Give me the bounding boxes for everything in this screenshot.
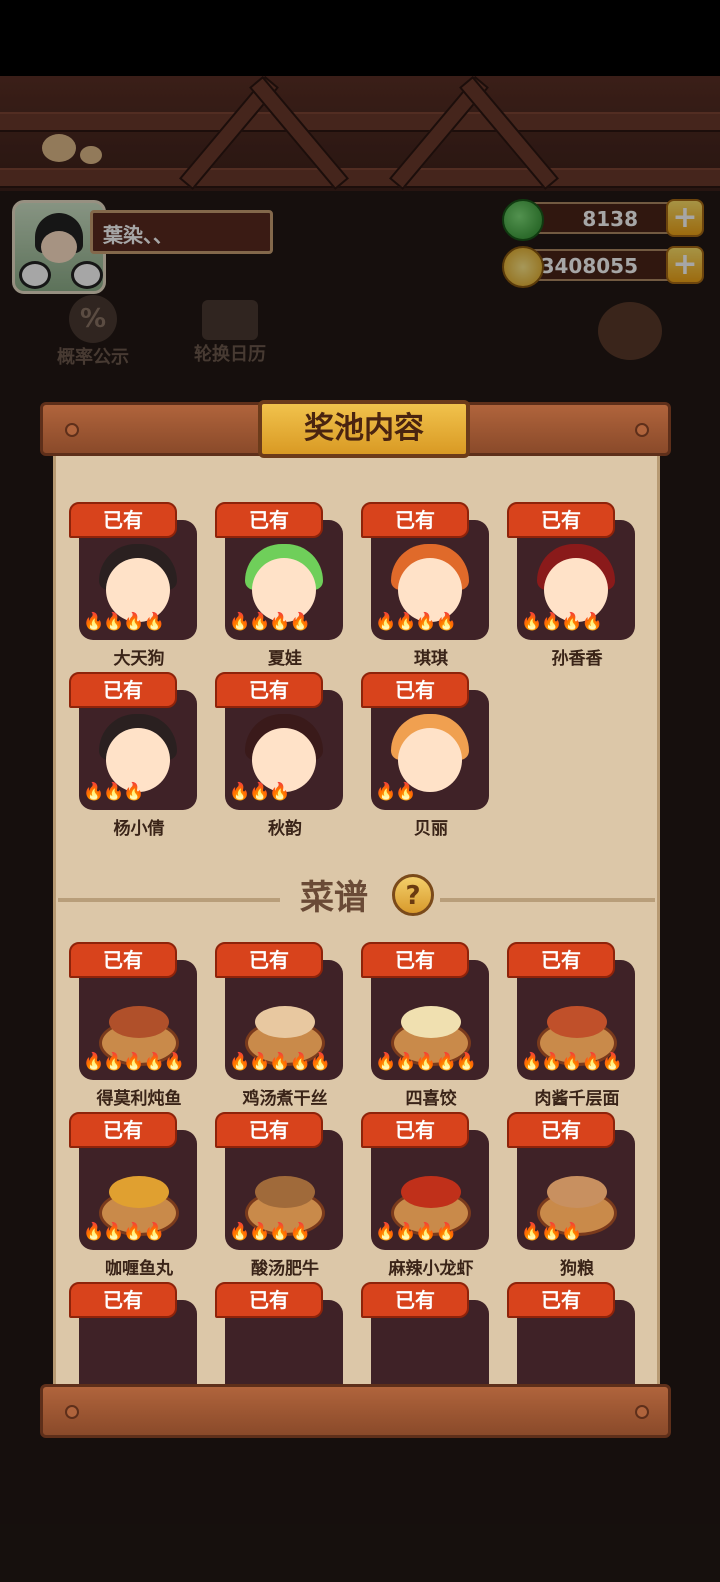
nail-icon [635,423,649,437]
character-card[interactable]: 已有 🔥🔥🔥🔥 孙香香 [507,502,637,669]
dish-food [255,1176,315,1208]
owned-badge: 已有 [507,1112,615,1148]
rarity-flames: 🔥🔥🔥🔥 [83,612,165,632]
character-name: 秋韵 [268,819,302,839]
rarity-flames: 🔥🔥🔥🔥🔥 [229,1052,331,1072]
recipe-name: 四喜饺 [405,1089,457,1109]
scroll-bottom-rod [40,1384,671,1438]
recipe-card[interactable]: 已有 🔥🔥🔥🔥🔥 四喜饺 [361,942,491,1109]
rarity-flames: 🔥🔥🔥🔥 [375,1222,457,1242]
character-card[interactable]: 已有 🔥🔥🔥 秋韵 [215,672,345,839]
modal-title: 奖池内容 [258,400,470,458]
owned-badge: 已有 [215,502,323,538]
recipe-name: 咖喱鱼丸 [105,1259,173,1279]
rarity-flames: 🔥🔥🔥 [83,782,145,802]
recipe-name: 狗粮 [560,1259,594,1279]
recipe-name: 鸡汤煮干丝 [242,1089,328,1109]
character-name: 贝丽 [414,819,448,839]
character-card[interactable]: 已有 🔥🔥 贝丽 [361,672,491,839]
owned-badge: 已有 [361,1282,469,1318]
character-name: 琪琪 [414,649,448,669]
owned-badge: 已有 [361,942,469,978]
character-card[interactable]: 已有 🔥🔥🔥🔥 夏娃 [215,502,345,669]
owned-badge: 已有 [361,1112,469,1148]
dish-food [547,1006,607,1038]
rarity-flames: 🔥🔥 [375,782,416,802]
character-card[interactable]: 已有 🔥🔥🔥🔥 大天狗 [69,502,199,669]
recipe-card[interactable]: 已有 [361,1282,491,1390]
owned-badge: 已有 [69,502,177,538]
character-name: 杨小倩 [113,819,165,839]
dish-food [547,1176,607,1208]
owned-badge: 已有 [69,1282,177,1318]
rarity-flames: 🔥🔥🔥🔥 [229,612,311,632]
owned-badge: 已有 [215,672,323,708]
dish-food [109,1006,169,1038]
rarity-flames: 🔥🔥🔥🔥🔥 [375,1052,477,1072]
recipe-card[interactable]: 已有 🔥🔥🔥🔥 咖喱鱼丸 [69,1112,199,1279]
recipe-name: 肉酱千层面 [534,1089,620,1109]
dish-food [401,1006,461,1038]
dish-food [255,1006,315,1038]
recipe-card[interactable]: 已有 [215,1282,345,1390]
nail-icon [65,423,79,437]
recipe-name: 麻辣小龙虾 [388,1259,474,1279]
owned-badge: 已有 [507,942,615,978]
recipe-card[interactable]: 已有 🔥🔥🔥🔥🔥 鸡汤煮干丝 [215,942,345,1109]
character-name: 夏娃 [268,649,302,669]
rarity-flames: 🔥🔥🔥🔥 [521,612,603,632]
owned-badge: 已有 [507,502,615,538]
recipe-card[interactable]: 已有 🔥🔥🔥🔥🔥 得莫利炖鱼 [69,942,199,1109]
nail-icon [635,1405,649,1419]
owned-badge: 已有 [69,942,177,978]
recipe-card[interactable]: 已有 🔥🔥🔥🔥🔥 肉酱千层面 [507,942,637,1109]
owned-badge: 已有 [69,1112,177,1148]
character-card[interactable]: 已有 🔥🔥🔥🔥 琪琪 [361,502,491,669]
recipe-card[interactable]: 已有 [69,1282,199,1390]
status-area [0,0,720,76]
recipe-name: 得莫利炖鱼 [96,1089,182,1109]
help-icon[interactable]: ? [392,874,434,916]
character-card[interactable]: 已有 🔥🔥🔥 杨小倩 [69,672,199,839]
nail-icon [65,1405,79,1419]
rarity-flames: 🔥🔥🔥🔥🔥 [521,1052,623,1072]
recipe-card[interactable]: 已有 🔥🔥🔥🔥 麻辣小龙虾 [361,1112,491,1279]
recipe-card[interactable]: 已有 [507,1282,637,1390]
rarity-flames: 🔥🔥🔥 [521,1222,583,1242]
recipe-name: 酸汤肥牛 [251,1259,319,1279]
owned-badge: 已有 [361,672,469,708]
rarity-flames: 🔥🔥🔥🔥 [229,1222,311,1242]
owned-badge: 已有 [215,942,323,978]
recipe-card[interactable]: 已有 🔥🔥🔥 狗粮 [507,1112,637,1279]
dish-food [109,1176,169,1208]
rarity-flames: 🔥🔥🔥🔥🔥 [83,1052,185,1072]
owned-badge: 已有 [69,672,177,708]
character-name: 孙香香 [551,649,603,669]
rarity-flames: 🔥🔥🔥 [229,782,291,802]
character-name: 大天狗 [113,649,165,669]
owned-badge: 已有 [361,502,469,538]
dish-food [401,1176,461,1208]
recipe-card[interactable]: 已有 🔥🔥🔥🔥 酸汤肥牛 [215,1112,345,1279]
owned-badge: 已有 [215,1112,323,1148]
owned-badge: 已有 [507,1282,615,1318]
rarity-flames: 🔥🔥🔥🔥 [375,612,457,632]
owned-badge: 已有 [215,1282,323,1318]
rarity-flames: 🔥🔥🔥🔥 [83,1222,165,1242]
